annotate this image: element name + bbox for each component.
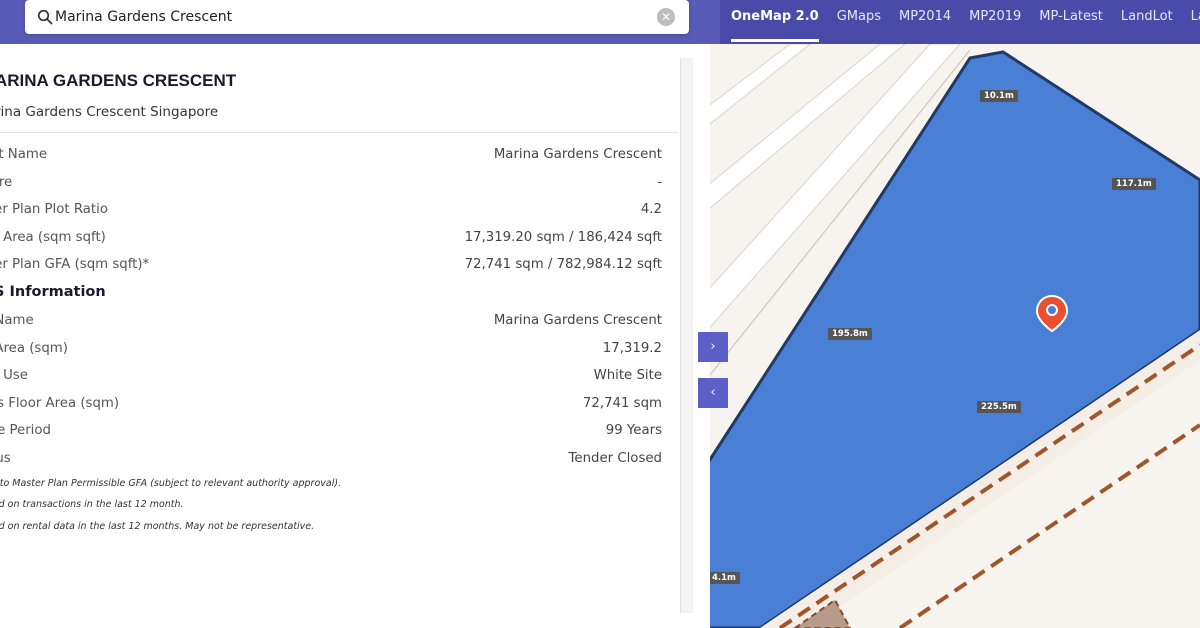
row-label: ster Plan Plot Ratio [0, 202, 108, 218]
detail-row: e Area (sqm) 17,319.2 [0, 335, 678, 363]
detail-row: nd Use White Site [0, 362, 678, 390]
detail-row: ase Period 99 Years [0, 417, 678, 445]
search-icon [37, 9, 53, 25]
detail-row: ster Plan GFA (sqm sqft)* 72,741 sqm / 78… [0, 251, 678, 279]
search-input[interactable] [55, 0, 655, 34]
map-layer-tabs: OneMap 2.0 GMaps MP2014 MP2019 MP-Latest… [722, 0, 1200, 44]
row-value: Tender Closed [568, 450, 662, 466]
detail-row: e Name Marina Gardens Crescent [0, 307, 678, 335]
row-label: nd Use [0, 368, 28, 384]
footnote: ers to Master Plan Permissible GFA (subj… [0, 473, 678, 495]
dimension-label-top: 10.1m [980, 90, 1018, 102]
tab-gmaps[interactable]: GMaps [828, 0, 890, 44]
chevron-right-icon: › [710, 339, 716, 354]
row-label: nd Area (sqm sqft) [0, 229, 106, 245]
row-value: 99 Years [605, 423, 662, 439]
tab-mp2019[interactable]: MP2019 [960, 0, 1030, 44]
page-title: ARINA GARDENS CRESCENT [0, 71, 237, 90]
expand-panel-button[interactable]: › [698, 332, 728, 362]
section-heading-text: S Information [0, 283, 106, 300]
panel-header: ARINA GARDENS CRESCENT rina Gardens Cres… [0, 58, 678, 133]
detail-row: atus Tender Closed [0, 445, 678, 473]
row-value: 72,741 sqm [582, 395, 662, 411]
tab-mp-latest[interactable]: MP-Latest [1030, 0, 1112, 44]
footnote-text: ased on rental data in the last 12 month… [0, 520, 315, 532]
clear-search-icon[interactable]: ✕ [657, 8, 675, 26]
detail-rows: eet Name Marina Gardens Crescent nure - st… [0, 141, 678, 537]
dimension-label-bottom: 225.5m [977, 401, 1021, 413]
tab-mp2014[interactable]: MP2014 [890, 0, 960, 44]
search-box[interactable]: ✕ [25, 0, 689, 34]
row-value: 17,319.20 sqm / 186,424 sqft [464, 229, 662, 245]
dimension-label-right: 117.1m [1112, 178, 1156, 190]
row-value: Marina Gardens Crescent [493, 147, 662, 162]
row-value: 17,319.2 [602, 340, 662, 356]
property-info-panel: ARINA GARDENS CRESCENT rina Gardens Cres… [0, 44, 710, 628]
panel-scrollbar[interactable] [680, 58, 693, 613]
tab-onemap[interactable]: OneMap 2.0 [722, 0, 828, 44]
row-label: nure [0, 174, 13, 190]
detail-row: oss Floor Area (sqm) 72,741 sqm [0, 390, 678, 418]
row-label: e Name [0, 312, 34, 328]
address-subtitle: rina Gardens Crescent Singapore [0, 104, 219, 120]
detail-row: ster Plan Plot Ratio 4.2 [0, 196, 678, 224]
row-label: ase Period [0, 423, 51, 439]
dimension-label-left: 195.8m [828, 328, 872, 340]
chevron-left-icon: ‹ [710, 385, 716, 400]
row-value: White Site [593, 368, 662, 384]
footnote-text: ased on transactions in the last 12 mont… [0, 499, 184, 511]
row-label: eet Name [0, 147, 48, 162]
row-value: Marina Gardens Crescent [493, 312, 662, 328]
tab-landlot[interactable]: LandLot [1112, 0, 1182, 44]
dimension-label-edge: 4.1m [708, 572, 740, 584]
row-label: ster Plan GFA (sqm sqft)* [0, 257, 150, 273]
tab-landuse[interactable]: Lan [1182, 0, 1200, 44]
row-label: oss Floor Area (sqm) [0, 395, 120, 411]
detail-row: nure - [0, 169, 678, 197]
panel-content: ARINA GARDENS CRESCENT rina Gardens Cres… [0, 58, 681, 613]
row-value: 72,741 sqm / 782,984.12 sqft [464, 257, 662, 273]
row-value: - [657, 174, 662, 190]
row-label: atus [0, 450, 11, 466]
footnote: ased on transactions in the last 12 mont… [0, 494, 678, 516]
section-heading: S Information [0, 279, 678, 307]
detail-row: nd Area (sqm sqft) 17,319.20 sqm / 186,42… [0, 224, 678, 252]
footnote: ased on rental data in the last 12 month… [0, 516, 678, 538]
footnote-text: ers to Master Plan Permissible GFA (subj… [0, 477, 342, 489]
row-value: 4.2 [640, 202, 662, 218]
collapse-panel-button[interactable]: ‹ [698, 378, 728, 408]
detail-row: eet Name Marina Gardens Crescent [0, 141, 678, 169]
row-label: e Area (sqm) [0, 340, 68, 356]
